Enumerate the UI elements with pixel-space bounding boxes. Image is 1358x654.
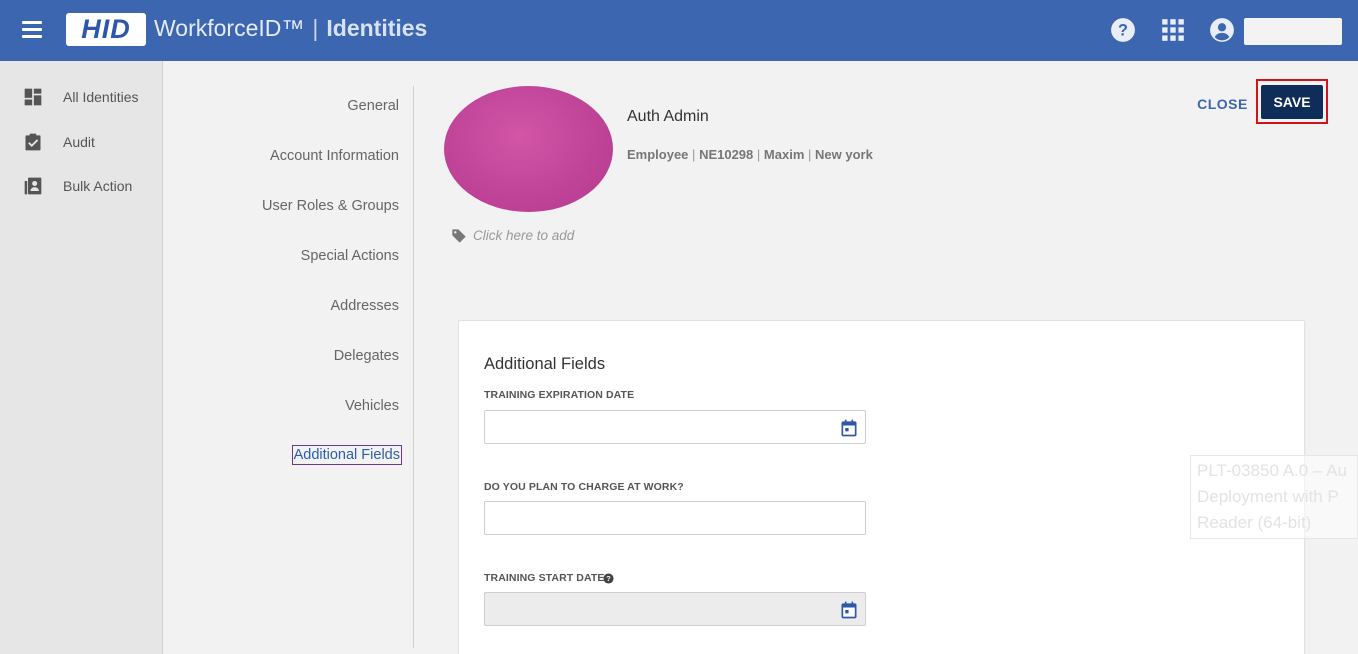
title-separator: | <box>312 15 319 41</box>
add-tag-text: Click here to add <box>473 228 575 243</box>
card-title: Additional Fields <box>484 355 606 373</box>
tab-general[interactable]: General <box>347 98 399 114</box>
profile-id: NE10298 <box>699 147 754 162</box>
section-tabs: General Account Information User Roles &… <box>163 61 415 654</box>
nav-label: Bulk Action <box>63 178 133 194</box>
training-expiration-date-input[interactable] <box>484 410 866 444</box>
nav-item-bulk-action[interactable]: Bulk Action <box>0 169 162 203</box>
nav-label: Audit <box>63 134 95 150</box>
calendar-icon[interactable] <box>839 418 859 438</box>
calendar-icon[interactable] <box>839 600 859 620</box>
avatar <box>444 86 613 212</box>
field-label-training-expiration: TRAINING EXPIRATION DATE <box>484 389 635 401</box>
profile-org: Maxim <box>763 147 805 162</box>
ghost-line: Reader (64-bit) <box>1197 513 1312 532</box>
app-title: WorkforceID™ | Identities <box>154 15 427 42</box>
faded-tooltip-overlay: PLT-03850 A.0 – Au Deployment with P Rea… <box>1190 455 1358 539</box>
svg-text:?: ? <box>606 574 611 583</box>
profile-location: New york <box>815 147 873 162</box>
tab-addresses[interactable]: Addresses <box>330 298 399 314</box>
profile-details: Employee | NE10298 | Maxim | New york <box>627 147 873 162</box>
charge-at-work-input[interactable] <box>484 501 866 535</box>
bulk-contacts-icon <box>24 177 42 195</box>
ghost-line: Deployment with P <box>1197 487 1339 506</box>
nav-item-audit[interactable]: Audit <box>0 125 162 159</box>
product-name: WorkforceID™ <box>154 15 305 41</box>
ghost-line: PLT-03850 A.0 – Au <box>1197 461 1347 480</box>
field-label-training-start: TRAINING START DATE <box>484 572 605 584</box>
tabs-divider <box>413 86 414 648</box>
section-name: Identities <box>326 15 428 41</box>
field-label-charge-at-work: DO YOU PLAN TO CHARGE AT WORK? <box>484 481 684 493</box>
tab-delegates[interactable]: Delegates <box>334 348 399 364</box>
menu-icon[interactable] <box>22 21 42 39</box>
tab-additional-fields[interactable]: Additional Fields <box>291 445 402 465</box>
svg-text:?: ? <box>1118 21 1128 39</box>
training-start-date-input[interactable] <box>484 592 866 626</box>
top-app-bar: HID WorkforceID™ | Identities ? <box>0 0 1358 61</box>
save-button[interactable]: SAVE <box>1261 85 1323 119</box>
tab-user-roles-groups[interactable]: User Roles & Groups <box>262 198 399 214</box>
tab-vehicles[interactable]: Vehicles <box>345 398 399 414</box>
help-icon[interactable]: ? <box>1110 17 1136 43</box>
profile-name: Auth Admin <box>627 108 709 125</box>
hid-logo: HID <box>66 13 146 46</box>
question-icon[interactable]: ? <box>603 573 614 584</box>
tab-special-actions[interactable]: Special Actions <box>301 248 399 264</box>
clipboard-check-icon <box>25 133 41 151</box>
tab-account-information[interactable]: Account Information <box>270 148 399 164</box>
nav-label: All Identities <box>63 89 139 105</box>
profile-type: Employee <box>627 147 689 162</box>
dashboard-icon <box>24 88 42 106</box>
nav-item-all-identities[interactable]: All Identities <box>0 80 162 114</box>
account-icon[interactable] <box>1209 17 1235 43</box>
left-navigation: All Identities Audit Bulk Action <box>0 61 163 654</box>
user-name-field[interactable] <box>1244 18 1342 45</box>
close-button[interactable]: CLOSE <box>1195 93 1250 115</box>
apps-grid-icon[interactable] <box>1160 17 1186 43</box>
tag-icon <box>452 229 466 243</box>
